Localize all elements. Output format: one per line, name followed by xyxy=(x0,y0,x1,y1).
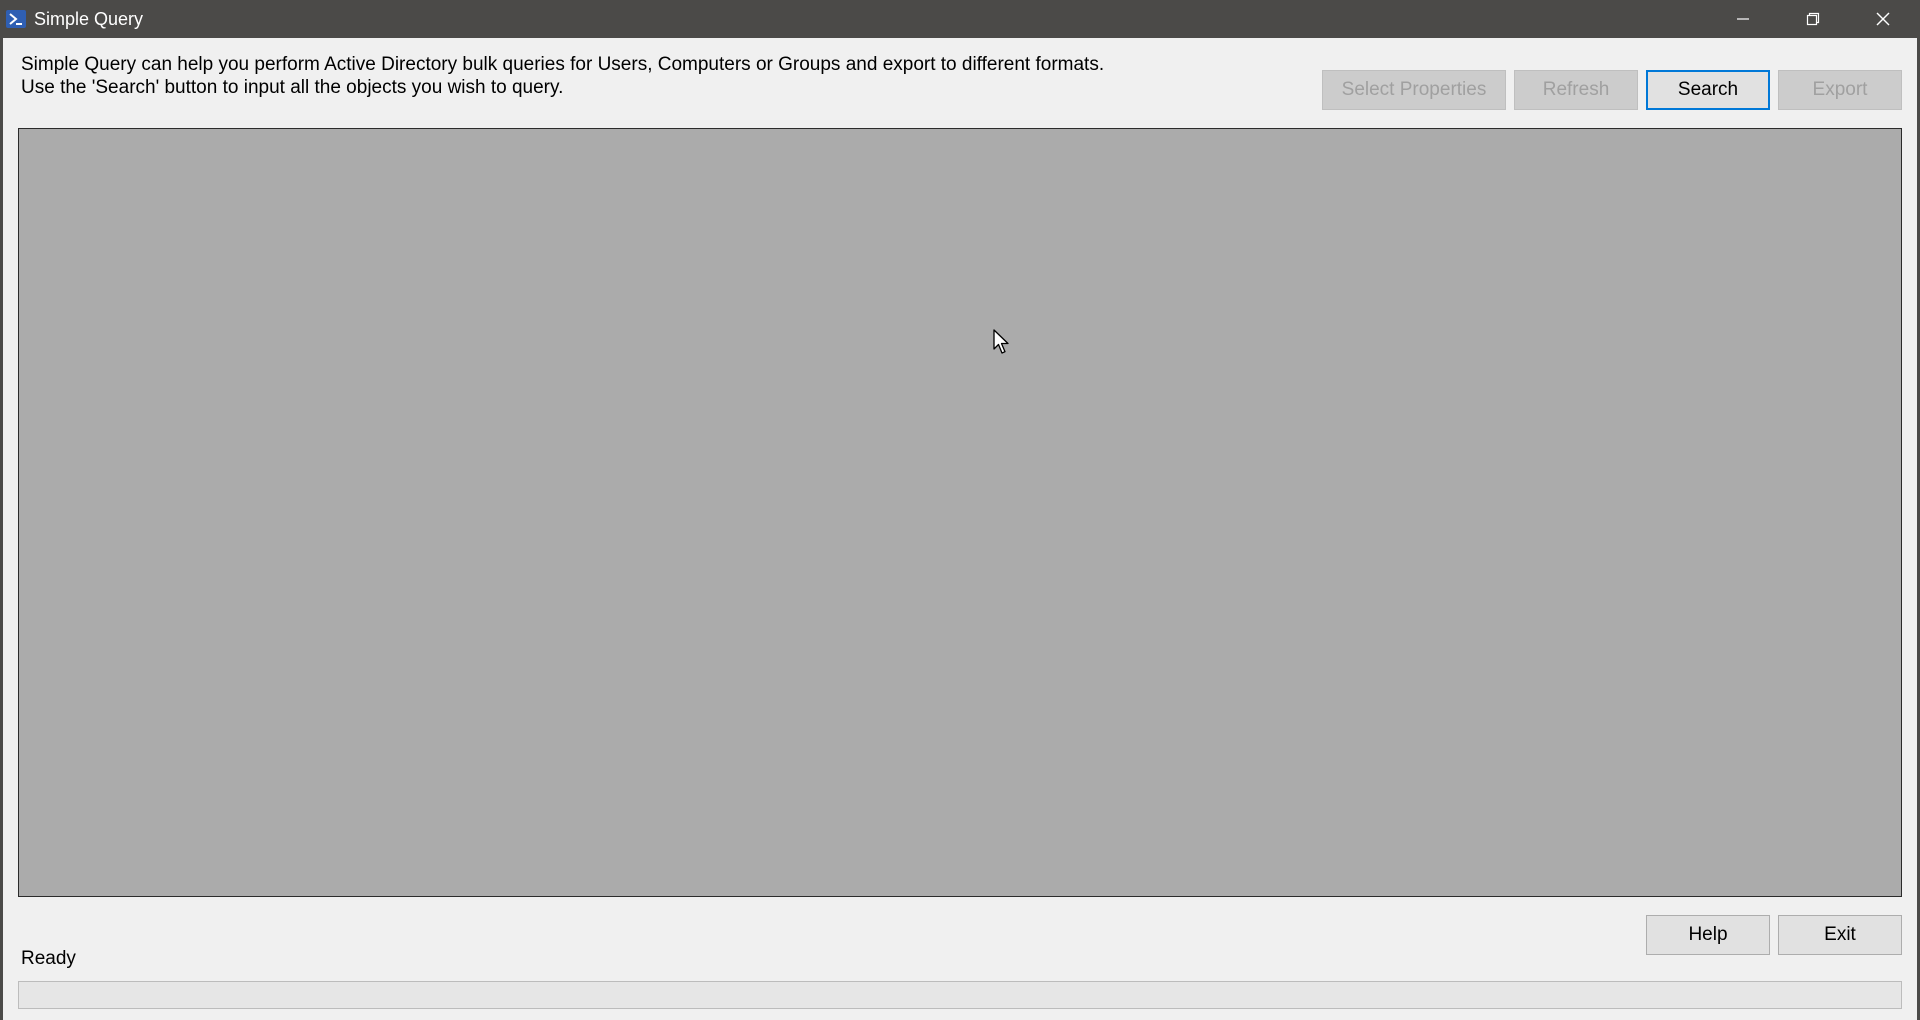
title-bar[interactable]: Simple Query xyxy=(0,0,1920,38)
description-line-2: Use the 'Search' button to input all the… xyxy=(21,77,564,98)
progress-bar xyxy=(18,981,1902,1009)
close-icon xyxy=(1876,12,1890,26)
mouse-cursor-icon xyxy=(993,329,1011,360)
minimize-icon xyxy=(1737,18,1749,20)
restore-button[interactable] xyxy=(1778,0,1848,38)
search-button[interactable]: Search xyxy=(1646,70,1770,110)
description-line-1: Simple Query can help you perform Active… xyxy=(21,54,1105,75)
help-button[interactable]: Help xyxy=(1646,915,1770,955)
results-grid[interactable] xyxy=(18,128,1902,897)
minimize-button[interactable] xyxy=(1708,0,1778,38)
close-button[interactable] xyxy=(1848,0,1918,38)
export-button[interactable]: Export xyxy=(1778,70,1902,110)
description-text: Simple Query can help you perform Active… xyxy=(21,53,1104,99)
restore-icon xyxy=(1806,12,1820,26)
refresh-button[interactable]: Refresh xyxy=(1514,70,1638,110)
powershell-icon xyxy=(6,10,26,28)
select-properties-button[interactable]: Select Properties xyxy=(1322,70,1506,110)
window-frame-left xyxy=(0,38,3,1020)
exit-button[interactable]: Exit xyxy=(1778,915,1902,955)
status-label: Ready xyxy=(21,948,76,969)
window-title: Simple Query xyxy=(34,9,144,29)
